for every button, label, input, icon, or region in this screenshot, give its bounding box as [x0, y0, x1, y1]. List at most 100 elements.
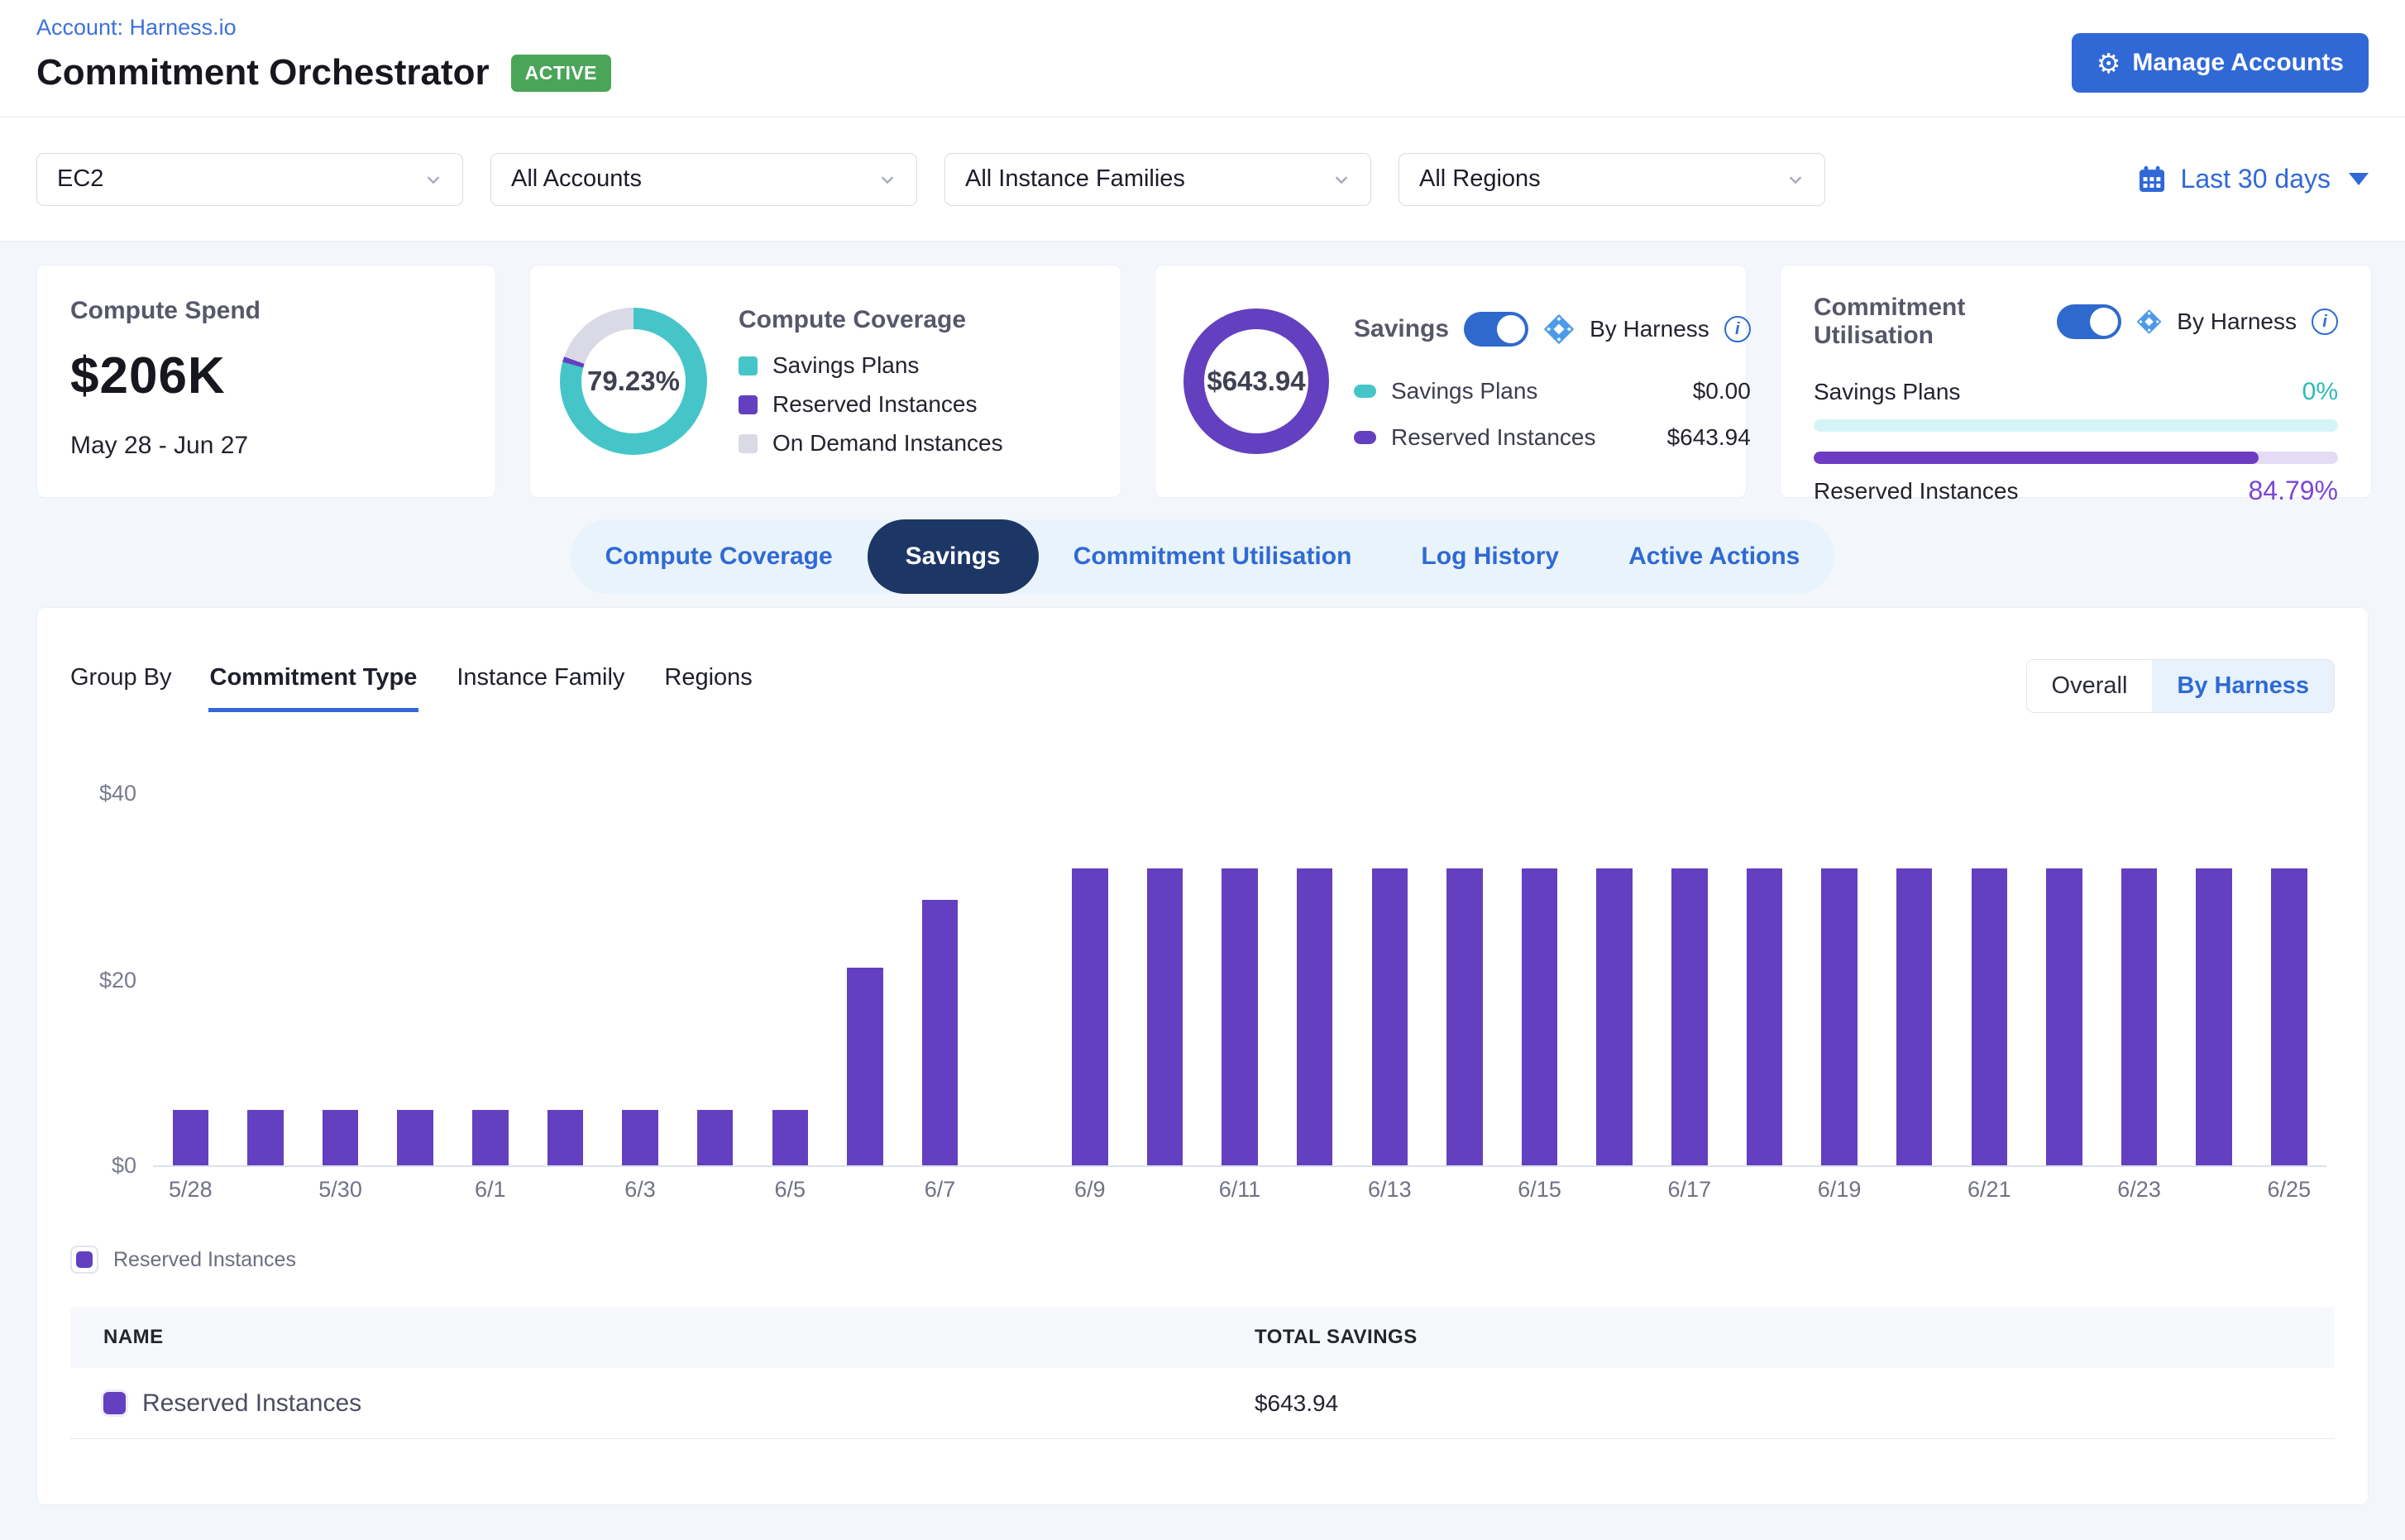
instance-families-select[interactable]: All Instance Families	[944, 153, 1371, 206]
calendar-icon	[2136, 164, 2168, 195]
segment-by-harness[interactable]: By Harness	[2152, 660, 2334, 712]
utilisation-by-harness-toggle[interactable]	[2057, 304, 2121, 339]
x-tick-label	[1577, 1177, 1652, 1203]
savings-by-harness-toggle[interactable]	[1464, 312, 1528, 347]
util-fill-1	[1814, 452, 2259, 464]
service-select[interactable]: EC2	[36, 153, 463, 206]
bar-6/22[interactable]	[2046, 868, 2082, 1165]
compute-coverage-card: 79.23% Compute Coverage Savings Plans Re…	[529, 265, 1121, 498]
bar-slot	[978, 792, 1053, 1165]
info-icon[interactable]: i	[2312, 308, 2338, 335]
x-tick-label	[677, 1177, 753, 1203]
bar-6/16[interactable]	[1596, 868, 1633, 1165]
bar-6/23[interactable]	[2121, 868, 2158, 1165]
manage-accounts-button[interactable]: ⚙ Manage Accounts	[2072, 33, 2369, 93]
bar-6/24[interactable]	[2196, 868, 2232, 1165]
savings-row-reserved-instances: Reserved Instances $643.94	[1354, 424, 1751, 451]
x-tick-label: 6/25	[2252, 1177, 2327, 1203]
bar-6/1[interactable]	[472, 1110, 509, 1165]
main-tabs: Compute Coverage Savings Commitment Util…	[571, 519, 1835, 594]
bar-5/31[interactable]	[397, 1110, 433, 1165]
bar-slot	[2252, 792, 2327, 1165]
account-link[interactable]: Account: Harness.io	[36, 15, 611, 41]
harness-logo-icon	[1543, 313, 1575, 345]
group-by-regions[interactable]: Regions	[662, 659, 753, 712]
bar-slot	[228, 792, 304, 1165]
bar-6/4[interactable]	[697, 1110, 734, 1165]
table-row[interactable]: Reserved Instances $643.94	[70, 1368, 2335, 1439]
tab-active-actions[interactable]: Active Actions	[1594, 519, 1834, 594]
bar-slot	[1652, 792, 1728, 1165]
bar-5/30[interactable]	[323, 1110, 359, 1165]
reserved-instances-progress-bar	[1814, 452, 2338, 464]
bar-6/9[interactable]	[1072, 868, 1108, 1165]
bar-6/11[interactable]	[1222, 868, 1258, 1165]
bar-6/2[interactable]	[547, 1110, 584, 1165]
table-header: NAME TOTAL SAVINGS	[70, 1307, 2335, 1368]
savings-panel: Group By Commitment Type Instance Family…	[36, 607, 2369, 1505]
bar-slots	[153, 792, 2326, 1165]
segment-overall[interactable]: Overall	[2027, 660, 2153, 712]
accounts-select[interactable]: All Accounts	[490, 153, 917, 206]
row-value: $643.94	[1667, 424, 1751, 451]
bar-slot	[1802, 792, 1877, 1165]
tab-log-history[interactable]: Log History	[1386, 519, 1594, 594]
bar-slot	[453, 792, 528, 1165]
bar-6/17[interactable]	[1671, 868, 1708, 1165]
commitment-utilisation-card: Commitment Utilisation By Harness i Savi…	[1780, 265, 2372, 498]
savings-donut: $643.94	[1183, 308, 1329, 454]
regions-select[interactable]: All Regions	[1399, 153, 1825, 206]
overall-byharness-toggle: Overall By Harness	[2026, 659, 2335, 713]
bar-6/21[interactable]	[1972, 868, 2008, 1165]
util-savings-plans-value: 0%	[2302, 378, 2338, 406]
bar-6/19[interactable]	[1821, 868, 1858, 1165]
bar-6/18[interactable]	[1747, 868, 1783, 1165]
bar-6/13[interactable]	[1372, 868, 1408, 1165]
bar-slot	[603, 792, 678, 1165]
group-by-instance-family[interactable]: Instance Family	[455, 659, 626, 712]
bar-6/12[interactable]	[1297, 868, 1333, 1165]
regions-select-value: All Regions	[1419, 165, 1541, 193]
chevron-down-icon	[1786, 170, 1805, 189]
x-axis-line	[153, 1165, 2326, 1167]
reserved-instances-legend-checkbox[interactable]	[70, 1246, 98, 1274]
info-icon[interactable]: i	[1724, 316, 1751, 342]
manage-accounts-label: Manage Accounts	[2132, 49, 2344, 77]
savings-card: $643.94 Savings By Harness i Savings Pla…	[1155, 265, 1747, 498]
bar-slot	[528, 792, 603, 1165]
group-by-commitment-type[interactable]: Commitment Type	[208, 659, 419, 712]
bar-6/15[interactable]	[1522, 868, 1558, 1165]
compute-spend-value: $206K	[70, 347, 462, 405]
compute-spend-title: Compute Spend	[70, 297, 462, 325]
x-tick-label: 6/7	[902, 1177, 978, 1203]
bar-5/29[interactable]	[247, 1110, 284, 1165]
tab-savings[interactable]: Savings	[868, 519, 1039, 594]
savings-row-savings-plans: Savings Plans $0.00	[1354, 378, 1751, 404]
bar-6/6[interactable]	[847, 968, 883, 1165]
bar-6/7[interactable]	[922, 900, 959, 1165]
bar-5/28[interactable]	[173, 1110, 209, 1165]
bar-6/14[interactable]	[1446, 868, 1483, 1165]
bar-6/25[interactable]	[2271, 868, 2307, 1165]
util-reserved-instances-value: 84.79%	[2248, 476, 2338, 506]
savings-plans-swatch	[1354, 385, 1376, 398]
tab-commitment-utilisation[interactable]: Commitment Utilisation	[1039, 519, 1387, 594]
date-range-picker[interactable]: Last 30 days	[2136, 164, 2369, 195]
bar-6/5[interactable]	[772, 1110, 809, 1165]
y-tick-20: $20	[77, 968, 136, 993]
bar-6/20[interactable]	[1896, 868, 1933, 1165]
on-demand-swatch	[739, 434, 758, 453]
x-tick-label	[978, 1177, 1053, 1203]
x-tick-label: 6/5	[753, 1177, 828, 1203]
bar-6/3[interactable]	[622, 1110, 658, 1165]
x-tick-label	[1727, 1177, 1802, 1203]
row-label: Reserved Instances	[1391, 424, 1595, 451]
bar-slot	[1053, 792, 1128, 1165]
page-header: Account: Harness.io Commitment Orchestra…	[0, 0, 2405, 117]
bar-6/10[interactable]	[1147, 868, 1183, 1165]
x-tick-label	[828, 1177, 903, 1203]
bar-slot	[1502, 792, 1577, 1165]
x-tick-label	[1127, 1177, 1202, 1203]
x-tick-label	[1427, 1177, 1503, 1203]
tab-compute-coverage[interactable]: Compute Coverage	[571, 519, 868, 594]
